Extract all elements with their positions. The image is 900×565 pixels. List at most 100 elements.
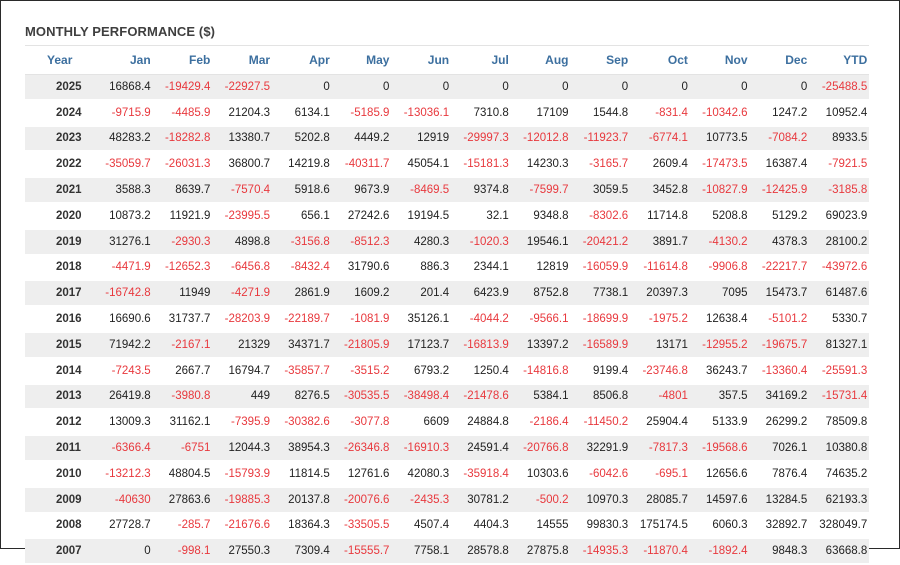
month-value-cell: -19568.6: [689, 435, 750, 462]
month-value-cell: -9566.1: [510, 306, 571, 333]
month-value-cell: -7817.3: [630, 435, 690, 462]
table-row: 2016 16690.6 31737.7 -28203.9 -22189.7 -1081.…: [25, 306, 870, 333]
month-value-cell: -9715.9: [93, 99, 153, 127]
month-value-cell: 0: [451, 74, 511, 101]
month-value-cell: -16742.8: [93, 280, 153, 308]
month-value-cell: 99830.3: [570, 512, 631, 540]
month-value-cell: 27242.6: [331, 202, 392, 230]
month-value-cell: -20766.8: [510, 435, 571, 462]
month-value-cell: -28203.9: [212, 306, 273, 333]
month-value-cell: 6609: [391, 409, 452, 437]
month-value-cell: -4271.9: [212, 280, 273, 308]
month-value-cell: -12012.8: [510, 125, 571, 153]
month-value-cell: 16690.6: [93, 306, 153, 333]
column-header-ytd: YTD: [809, 45, 870, 75]
column-header-year: Year: [25, 45, 93, 75]
month-value-cell: 4507.4: [391, 512, 452, 540]
month-value-cell: -18699.9: [570, 306, 631, 333]
month-value-cell: -26346.8: [331, 435, 392, 462]
month-value-cell: 6060.3: [689, 512, 750, 540]
month-value-cell: 48804.5: [152, 460, 213, 488]
month-value-cell: 26419.8: [93, 383, 153, 411]
month-value-cell: 4898.8: [212, 228, 273, 256]
ytd-cell: 74635.2: [809, 460, 870, 488]
month-value-cell: -16589.9: [570, 331, 631, 359]
month-value-cell: -35918.4: [451, 460, 511, 488]
ytd-cell: 63668.8: [809, 538, 870, 565]
column-header-dec: Dec: [749, 45, 810, 75]
month-value-cell: -1892.4: [689, 538, 750, 565]
month-value-cell: 656.1: [272, 202, 332, 230]
month-value-cell: -38498.4: [391, 383, 452, 411]
ytd-cell: 62193.3: [809, 486, 870, 514]
column-header-may: May: [331, 45, 392, 75]
month-value-cell: 28085.7: [630, 486, 690, 514]
ytd-cell: 5330.7: [809, 306, 870, 333]
month-value-cell: -11923.7: [570, 125, 631, 153]
month-value-cell: -40630: [93, 486, 153, 514]
table-row: 2024 -9715.9 -4485.9 21204.3 6134.1 -5185.9 -1…: [25, 99, 870, 127]
month-value-cell: 20137.8: [272, 486, 332, 514]
month-value-cell: -13360.4: [749, 357, 810, 385]
table-row: 2021 3588.3 8639.7 -7570.4 5918.6 9673.9 -8469…: [25, 177, 870, 204]
month-value-cell: 7310.8: [451, 99, 511, 127]
ytd-cell: 10952.4: [809, 99, 870, 127]
month-value-cell: 8639.7: [152, 177, 213, 204]
month-value-cell: -695.1: [630, 460, 690, 488]
month-value-cell: -14816.8: [510, 357, 571, 385]
month-value-cell: -19885.3: [212, 486, 273, 514]
table-row: 2014 -7243.5 2667.7 16794.7 -35857.7 -3515.2 6…: [25, 357, 870, 385]
month-value-cell: 886.3: [391, 254, 452, 282]
month-value-cell: 11814.5: [272, 460, 332, 488]
month-value-cell: 201.4: [391, 280, 452, 308]
month-value-cell: -10827.9: [689, 177, 750, 204]
month-value-cell: 357.5: [689, 383, 750, 411]
month-value-cell: 18364.3: [272, 512, 332, 540]
table-row: 2009 -40630 27863.6 -19885.3 20137.8 -20076.6…: [25, 486, 870, 514]
month-value-cell: 1544.8: [570, 99, 631, 127]
ytd-cell: -25591.3: [809, 357, 870, 385]
ytd-cell: 28100.2: [809, 228, 870, 256]
month-value-cell: -20421.2: [570, 228, 631, 256]
month-value-cell: 14597.6: [689, 486, 750, 514]
table-row: 2012 13009.3 31162.1 -7395.9 -30382.6 -3077.8…: [25, 409, 870, 437]
column-header-jan: Jan: [93, 45, 153, 75]
column-header-jul: Jul: [451, 45, 511, 75]
month-value-cell: 12761.6: [331, 460, 392, 488]
month-value-cell: 36243.7: [689, 357, 750, 385]
month-value-cell: -26031.3: [152, 151, 213, 179]
month-value-cell: 0: [689, 74, 750, 101]
month-value-cell: -2435.3: [391, 486, 452, 514]
month-value-cell: -33505.5: [331, 512, 392, 540]
month-value-cell: -16813.9: [451, 331, 511, 359]
month-value-cell: -30535.5: [331, 383, 392, 411]
month-value-cell: 13284.5: [749, 486, 810, 514]
performance-panel: MONTHLY PERFORMANCE ($) Year Jan Feb Mar Apr…: [0, 0, 900, 565]
month-value-cell: -3077.8: [331, 409, 392, 437]
month-value-cell: -12425.9: [749, 177, 810, 204]
ytd-cell: 69023.9: [809, 202, 870, 230]
month-value-cell: -8302.6: [570, 202, 631, 230]
month-value-cell: 13397.2: [510, 331, 571, 359]
ytd-cell: -7921.5: [809, 151, 870, 179]
ytd-cell: 78509.8: [809, 409, 870, 437]
month-value-cell: -23995.5: [212, 202, 273, 230]
month-value-cell: 27863.6: [152, 486, 213, 514]
month-value-cell: 9374.8: [451, 177, 511, 204]
month-value-cell: 9848.3: [749, 538, 810, 565]
year-cell: 2025: [25, 74, 93, 101]
monthly-performance-table: Year Jan Feb Mar Apr May Jun Jul Aug Sep Oct Nov Dec…: [25, 45, 870, 565]
month-value-cell: 7026.1: [749, 435, 810, 462]
month-value-cell: -8469.5: [391, 177, 452, 204]
month-value-cell: 2609.4: [630, 151, 690, 179]
month-value-cell: -3156.8: [272, 228, 332, 256]
year-cell: 2007: [25, 538, 93, 565]
month-value-cell: -35857.7: [272, 357, 332, 385]
month-value-cell: 16387.4: [749, 151, 810, 179]
month-value-cell: 4449.2: [331, 125, 392, 153]
month-value-cell: -19429.4: [152, 74, 213, 101]
month-value-cell: 14219.8: [272, 151, 332, 179]
month-value-cell: -9906.8: [689, 254, 750, 282]
month-value-cell: 19546.1: [510, 228, 571, 256]
month-value-cell: 2344.1: [451, 254, 511, 282]
